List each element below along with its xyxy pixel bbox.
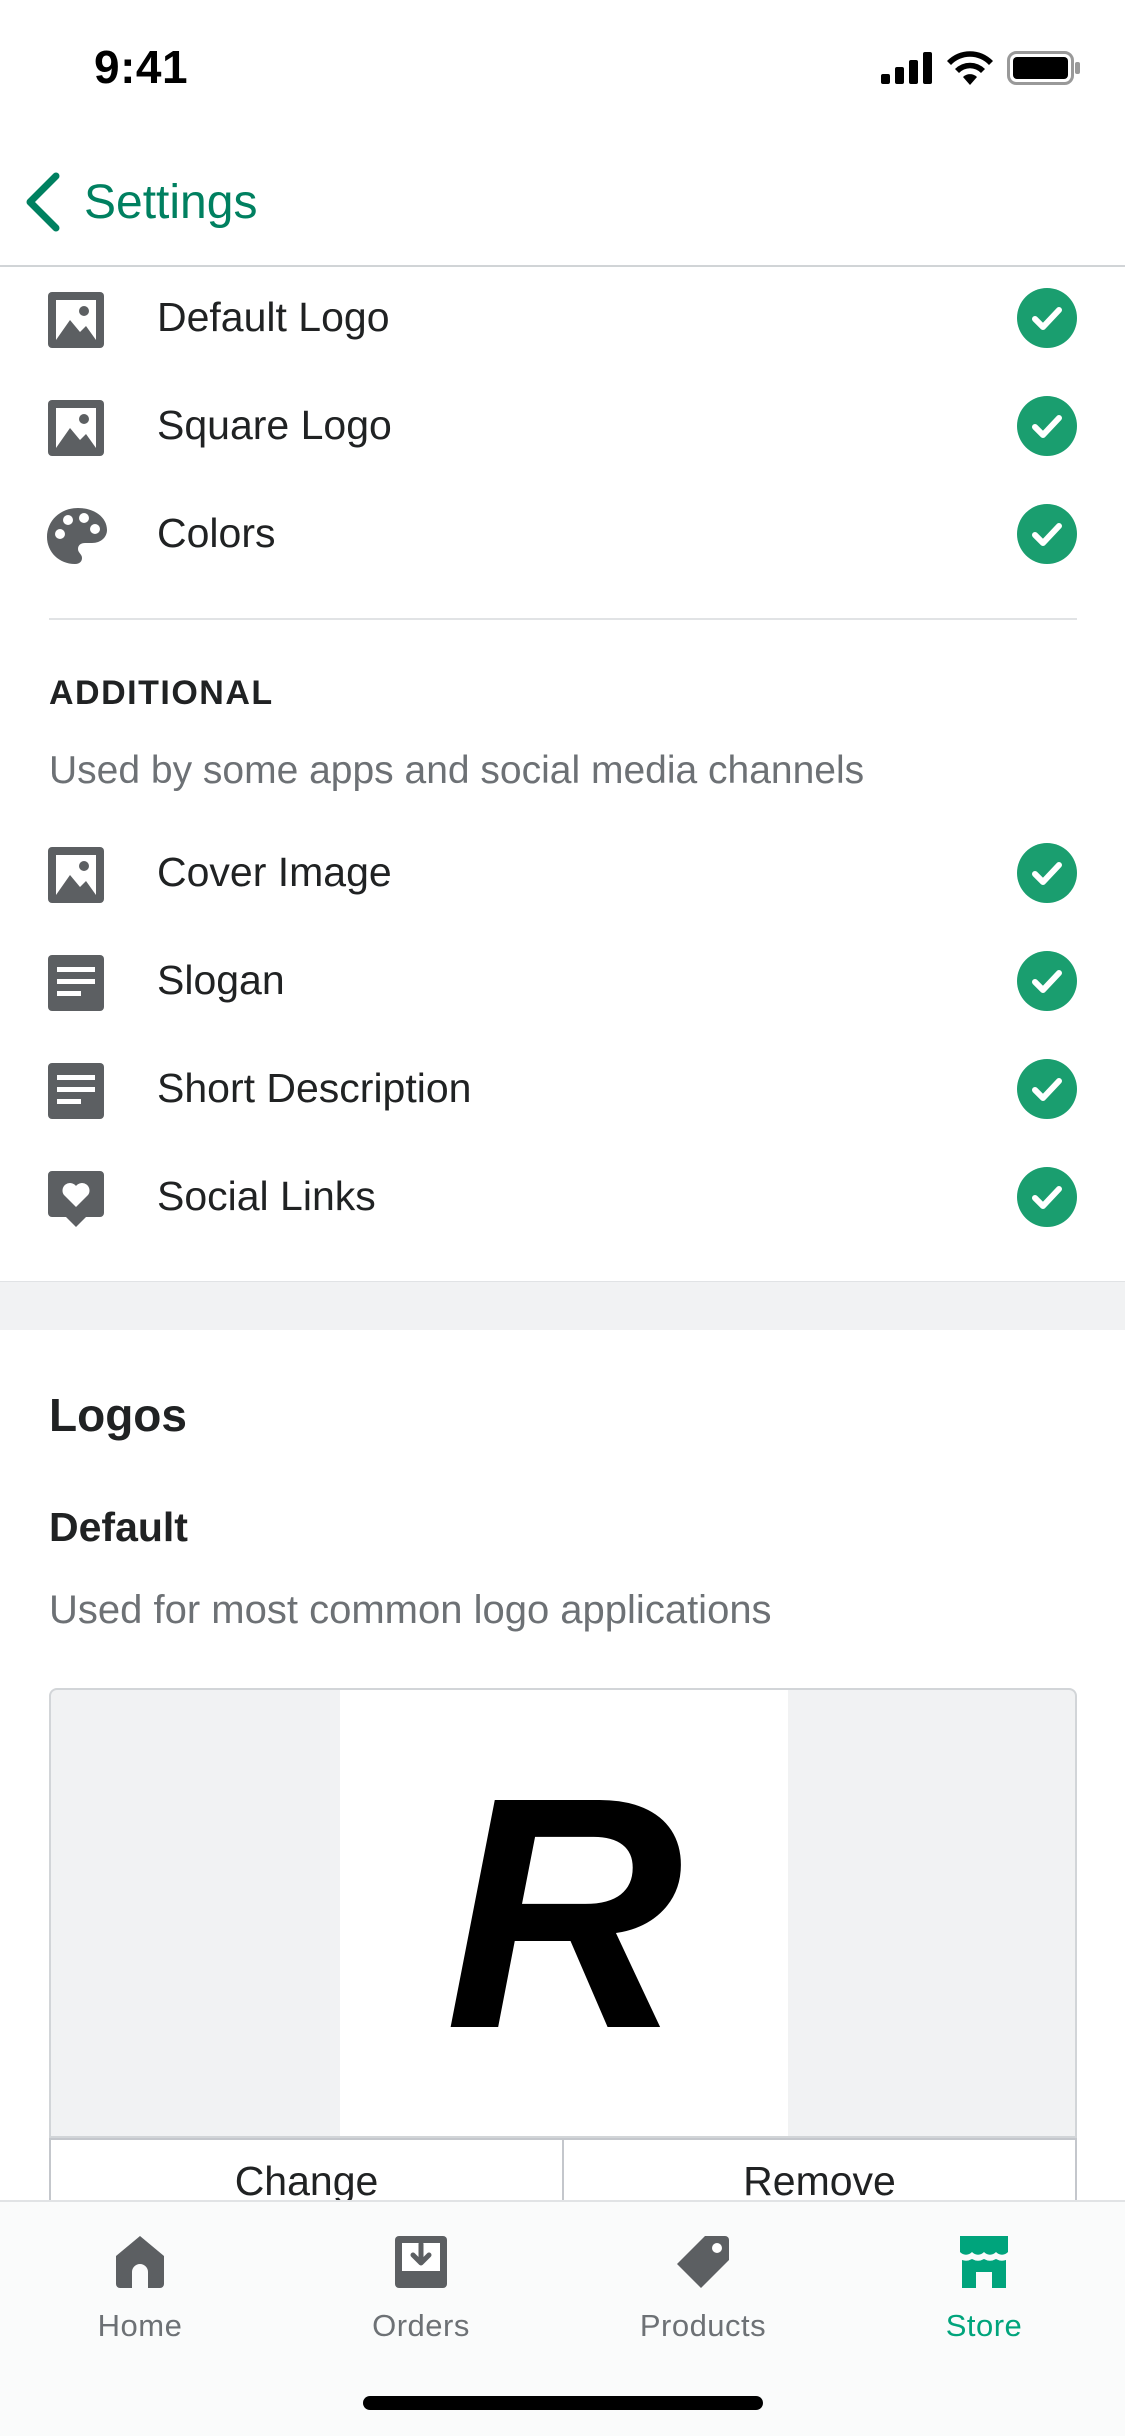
back-button[interactable]: Settings (22, 167, 257, 237)
checklist-item-short-description[interactable]: Short Description (0, 1035, 1125, 1143)
additional-heading: ADDITIONAL (49, 674, 274, 712)
section-divider (49, 618, 1077, 620)
checklist-label: Default Logo (157, 294, 390, 340)
logo-letter: R (444, 1728, 684, 2097)
brand-checklist-card: Default Logo Square Logo Colors ADDITION… (0, 267, 1125, 1282)
home-indicator (363, 2396, 763, 2410)
image-icon (48, 292, 104, 348)
logo-image: R (340, 1690, 788, 2136)
tab-label: Products (639, 2308, 767, 2343)
checkmark-circle-icon (1017, 951, 1077, 1011)
checklist-label: Social Links (157, 1173, 376, 1219)
checklist-item-slogan[interactable]: Slogan (0, 927, 1125, 1035)
heart-bubble-icon (48, 1171, 104, 1227)
checklist-label: Short Description (157, 1065, 472, 1111)
back-label: Settings (84, 175, 258, 229)
logo-preview: R (49, 1688, 1077, 2138)
text-icon (48, 955, 104, 1011)
store-icon (960, 2236, 1008, 2288)
tab-products[interactable]: Products (603, 2232, 803, 2362)
checklist-label: Square Logo (157, 402, 392, 448)
checklist-item-default-logo[interactable]: Default Logo (0, 264, 1125, 372)
palette-icon (47, 508, 107, 564)
home-icon (116, 2236, 164, 2288)
navigation-bar: Settings (0, 135, 1125, 267)
checklist-label: Slogan (157, 957, 285, 1003)
status-icons (881, 48, 1081, 88)
default-logo-subtitle: Used for most common logo applications (49, 1588, 772, 1632)
checklist-item-colors[interactable]: Colors (0, 480, 1125, 588)
tab-label: Home (97, 2308, 183, 2343)
checklist-label: Colors (157, 510, 276, 556)
chevron-left-icon (26, 172, 60, 232)
tab-store[interactable]: Store (884, 2232, 1084, 2362)
tab-label: Orders (372, 2308, 470, 2343)
checklist-item-square-logo[interactable]: Square Logo (0, 372, 1125, 480)
checkmark-circle-icon (1017, 1167, 1077, 1227)
checkmark-circle-icon (1017, 396, 1077, 456)
image-icon (48, 400, 104, 456)
checklist-item-social-links[interactable]: Social Links (0, 1143, 1125, 1251)
cellular-signal-icon (881, 52, 932, 84)
default-logo-title: Default (49, 1504, 188, 1550)
tab-label: Store (945, 2308, 1023, 2343)
status-time: 9:41 (94, 41, 189, 93)
additional-subtitle: Used by some apps and social media chann… (49, 749, 865, 792)
tag-icon (677, 2236, 729, 2288)
tab-orders[interactable]: Orders (321, 2232, 521, 2362)
section-gap (0, 1282, 1125, 1330)
checkmark-circle-icon (1017, 288, 1077, 348)
orders-icon (395, 2236, 447, 2288)
battery-icon (1007, 51, 1080, 85)
checkmark-circle-icon (1017, 843, 1077, 903)
checklist-label: Cover Image (157, 849, 392, 895)
logos-title: Logos (49, 1389, 187, 1441)
tab-home[interactable]: Home (40, 2232, 240, 2362)
text-icon (48, 1063, 104, 1119)
wifi-icon (947, 51, 993, 85)
status-bar: 9:41 (0, 0, 1125, 135)
checkmark-circle-icon (1017, 1059, 1077, 1119)
image-icon (48, 847, 104, 903)
checklist-item-cover-image[interactable]: Cover Image (0, 819, 1125, 927)
checkmark-circle-icon (1017, 504, 1077, 564)
